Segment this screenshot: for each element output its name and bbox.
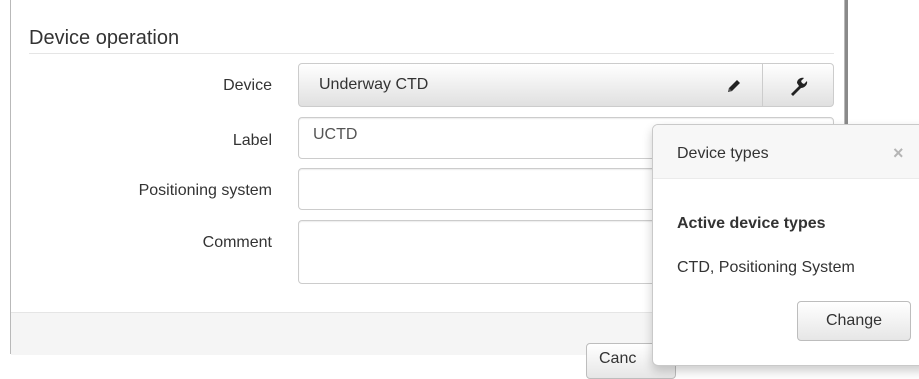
device-value: Underway CTD [319,76,429,93]
popover-title: Device types [677,145,769,162]
device-label: Device [223,77,272,94]
popover-header: Device types × [653,125,919,179]
device-select-button[interactable]: Underway CTD [298,63,763,107]
section-title: Device operation [29,27,180,49]
device-types-popover: Device types × Active device types CTD, … [652,124,919,366]
change-button[interactable]: Change [797,301,911,341]
positioning-system-label: Positioning system [138,182,272,199]
close-icon[interactable]: × [893,143,904,164]
wrench-icon [787,75,809,97]
divider [29,53,834,54]
active-device-types-heading: Active device types [677,215,826,232]
label-input-value: UCTD [313,126,358,143]
device-types-button[interactable] [762,63,834,107]
comment-label: Comment [202,234,272,251]
label-label: Label [232,132,272,149]
active-device-types-list: CTD, Positioning System [677,259,855,276]
pencil-icon[interactable] [724,76,744,96]
